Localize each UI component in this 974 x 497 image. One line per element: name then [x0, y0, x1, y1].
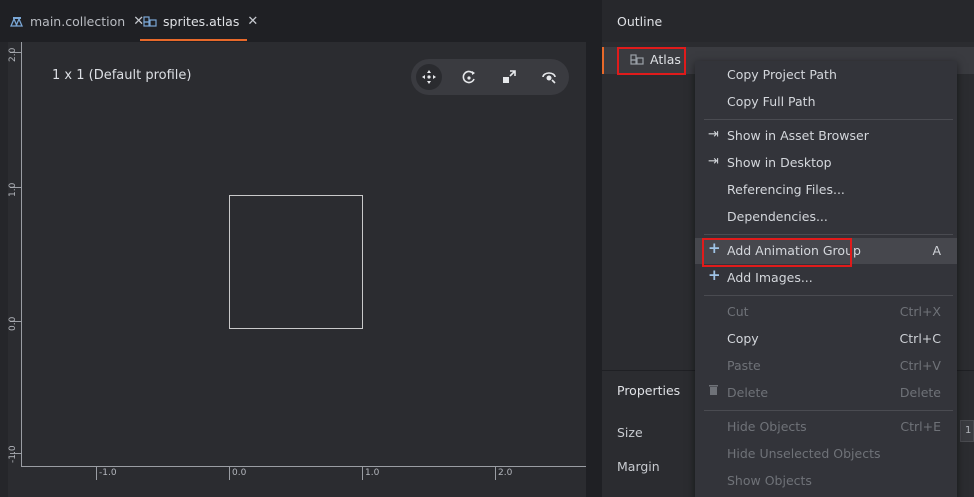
close-icon[interactable]: ✕	[247, 14, 258, 29]
outline-title: Outline	[617, 14, 663, 29]
scale-tool-icon	[503, 70, 516, 83]
menu-item-hide-objects: Hide Objects Ctrl+E	[727, 419, 941, 434]
ruler-label: -1.0	[99, 468, 117, 478]
annotation-highlight-box	[617, 47, 686, 75]
property-size-label: Size	[617, 425, 643, 440]
ruler-label: 1.0	[8, 182, 18, 197]
tab-sprites-atlas[interactable]: sprites.atlas ✕	[143, 0, 258, 42]
reveal-arrow-icon: ⇥	[708, 127, 719, 142]
ruler-label: 2.0	[498, 468, 513, 478]
tab-main-collection-label: main.collection	[30, 13, 126, 29]
panel-divider[interactable]	[586, 0, 602, 497]
menu-item-add-images[interactable]: + Add Images...	[695, 265, 957, 291]
scale-tool-button[interactable]	[496, 64, 522, 90]
menu-item-paste: Paste Ctrl+V	[727, 358, 941, 373]
properties-title: Properties	[617, 383, 681, 398]
menu-separator	[704, 410, 953, 411]
move-tool-button[interactable]	[416, 64, 442, 90]
menu-item-copy-full-path[interactable]: Copy Full Path	[695, 89, 957, 115]
menu-item-dependencies[interactable]: Dependencies...	[695, 204, 957, 230]
ruler-label: -1.0	[8, 445, 18, 463]
collection-icon	[10, 16, 23, 27]
menu-separator	[704, 234, 953, 235]
menu-item-cut: Cut Ctrl+X	[727, 304, 941, 319]
camera-reset-icon	[542, 72, 556, 84]
reveal-arrow-icon: ⇥	[708, 154, 719, 169]
ruler-label: 0.0	[8, 316, 18, 331]
rotate-tool-icon	[462, 70, 475, 84]
tab-sprites-atlas-label: sprites.atlas	[163, 13, 240, 29]
ruler-tick	[96, 466, 97, 480]
property-margin-label: Margin	[617, 459, 660, 474]
menu-separator	[704, 295, 953, 296]
ruler-label: 2.0	[8, 47, 18, 62]
menu-item-show-in-desktop[interactable]: ⇥ Show in Desktop	[695, 150, 957, 176]
horizontal-ruler	[22, 466, 586, 467]
tab-bar: main.collection ✕ sprites.atlas ✕	[0, 0, 586, 42]
menu-item-copy[interactable]: Copy Ctrl+C	[695, 326, 957, 352]
rotate-tool-button[interactable]	[456, 64, 482, 90]
menu-item-referencing-files[interactable]: Referencing Files...	[695, 177, 957, 203]
vertical-ruler	[8, 42, 22, 467]
ruler-tick	[362, 466, 363, 480]
menu-item-delete: Delete Delete	[695, 380, 957, 406]
move-tool-icon	[422, 70, 436, 84]
camera-reset-button[interactable]	[536, 64, 562, 90]
scene-toolbar	[411, 59, 569, 95]
menu-item-show-in-asset-browser[interactable]: ⇥ Show in Asset Browser	[695, 123, 957, 149]
menu-item-show-objects: Show Objects	[727, 473, 812, 488]
plus-icon: +	[708, 266, 721, 284]
annotation-highlight-box	[702, 238, 852, 267]
menu-item-hide-unselected-objects: Hide Unselected Objects	[727, 446, 881, 461]
trash-icon	[708, 384, 719, 400]
tab-main-collection[interactable]: main.collection ✕	[10, 0, 144, 42]
display-profile-label: 1 x 1 (Default profile)	[52, 68, 192, 83]
menu-separator	[704, 119, 953, 120]
menu-item-copy-project-path[interactable]: Copy Project Path	[695, 62, 957, 88]
ruler-tick	[495, 466, 496, 480]
ruler-label: 0.0	[232, 468, 247, 478]
atlas-bounds-square	[229, 195, 363, 329]
atlas-icon	[143, 15, 157, 27]
ruler-tick	[229, 466, 230, 480]
active-tab-indicator	[140, 39, 247, 41]
ruler-label: 1.0	[365, 468, 380, 478]
property-size-field[interactable]: 1	[960, 420, 974, 442]
